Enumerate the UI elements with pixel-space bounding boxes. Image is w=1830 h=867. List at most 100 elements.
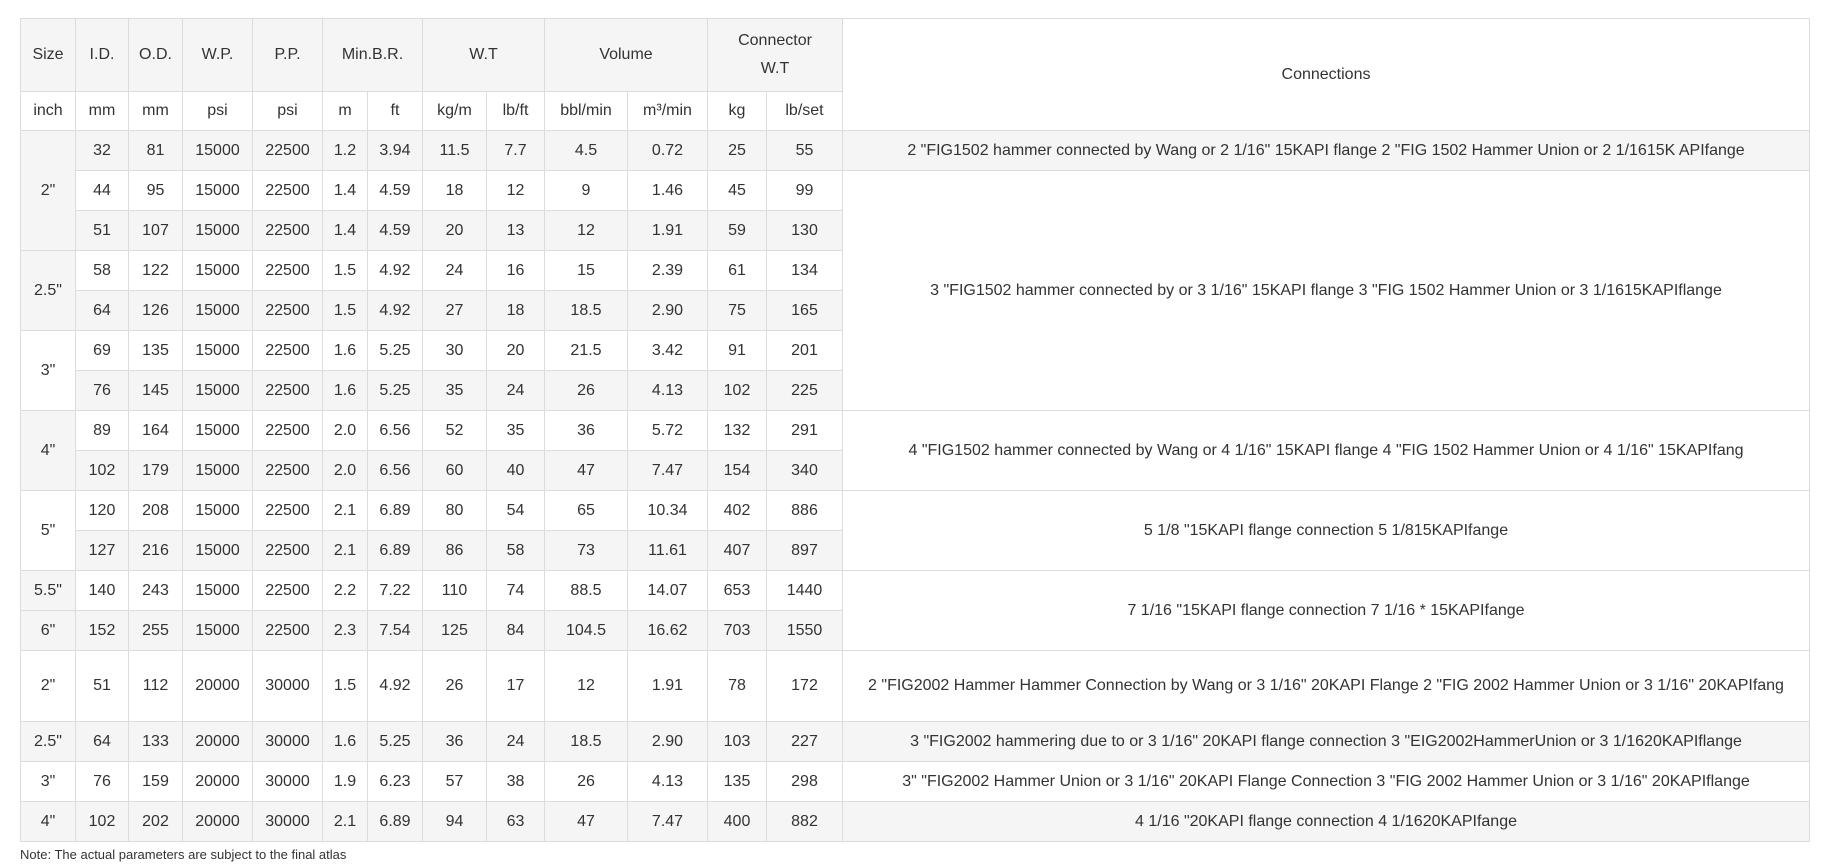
cell: 6.56 — [367, 450, 423, 491]
cell: 20000 — [182, 650, 253, 722]
unit-cell: kg/m — [422, 91, 487, 131]
cell: 76 — [75, 370, 129, 411]
cell: 291 — [765, 410, 844, 451]
cell: 152 — [75, 610, 129, 651]
cell: 22500 — [252, 370, 323, 411]
cell: 22500 — [252, 410, 323, 451]
cell: 0.72 — [627, 130, 708, 171]
cell: 201 — [765, 330, 844, 371]
hose-spec-table: Size I.D. O.D. W.P. P.P. Min.B.R. W.T Vo… — [20, 18, 1810, 842]
header-id: I.D. — [75, 18, 129, 92]
cell: 1.4 — [322, 210, 368, 251]
cell: 47 — [544, 801, 628, 842]
cell: 44 — [75, 170, 129, 211]
cell: 12 — [486, 170, 545, 211]
header-wt: W.T — [422, 18, 545, 92]
cell: 20000 — [182, 721, 253, 762]
cell: 59 — [707, 210, 767, 251]
cell: 22500 — [252, 490, 323, 531]
cell: 21.5 — [544, 330, 628, 371]
cell: 58 — [75, 250, 129, 291]
cell: 1.9 — [322, 761, 368, 802]
cell: 65 — [544, 490, 628, 531]
cell: 2.90 — [627, 721, 708, 762]
cell: 57 — [422, 761, 487, 802]
cell: 63 — [486, 801, 545, 842]
cell: 18.5 — [544, 290, 628, 331]
unit-cell: m³/min — [627, 91, 708, 131]
cell: 15000 — [182, 130, 253, 171]
cell: 26 — [544, 370, 628, 411]
cell: 4.59 — [367, 210, 423, 251]
cell: 2.2 — [322, 570, 368, 611]
cell: 55 — [765, 130, 844, 171]
cell: 1.6 — [322, 330, 368, 371]
cell: 165 — [765, 290, 844, 331]
cell: 76 — [75, 761, 129, 802]
table-row: 4" 102 202 20000 30000 2.1 6.89 94 63 47… — [20, 801, 1810, 842]
cell: 1.6 — [322, 721, 368, 762]
connections-cell: 3" "FIG2002 Hammer Union or 3 1/16" 20KA… — [842, 761, 1810, 802]
cell: 15 — [544, 250, 628, 291]
connections-cell: 3 "FIG1502 hammer connected by or 3 1/16… — [842, 170, 1810, 411]
cell: 51 — [75, 210, 129, 251]
cell: 18 — [486, 290, 545, 331]
cell: 1.4 — [322, 170, 368, 211]
size-cell: 2" — [20, 650, 76, 722]
cell: 36 — [544, 410, 628, 451]
unit-cell: inch — [20, 91, 76, 131]
cell: 94 — [422, 801, 487, 842]
cell: 107 — [128, 210, 183, 251]
cell: 400 — [707, 801, 767, 842]
size-cell: 5.5" — [20, 570, 76, 611]
cell: 4.5 — [544, 130, 628, 171]
cell: 4.13 — [627, 370, 708, 411]
connections-cell: 2 "FIG1502 hammer connected by Wang or 2… — [842, 130, 1810, 171]
table-row: 2" 32 81 15000 22500 1.2 3.94 11.5 7.7 4… — [20, 130, 1810, 251]
cell: 7.47 — [627, 801, 708, 842]
cell: 6.89 — [367, 490, 423, 531]
cell: 15000 — [182, 210, 253, 251]
cell: 3.94 — [367, 130, 423, 171]
cell: 1.5 — [322, 250, 368, 291]
cell: 88.5 — [544, 570, 628, 611]
unit-cell: kg — [707, 91, 767, 131]
cell: 60 — [422, 450, 487, 491]
cell: 15000 — [182, 570, 253, 611]
cell: 18 — [422, 170, 487, 211]
cell: 140 — [75, 570, 129, 611]
cell: 15000 — [182, 530, 253, 571]
cell: 51 — [75, 650, 129, 722]
cell: 13 — [486, 210, 545, 251]
cell: 103 — [707, 721, 767, 762]
cell: 135 — [128, 330, 183, 371]
size-cell: 3" — [20, 761, 76, 802]
cell: 22500 — [252, 450, 323, 491]
cell: 74 — [486, 570, 545, 611]
header-pp: P.P. — [252, 18, 323, 92]
cell: 30 — [422, 330, 487, 371]
cell: 133 — [128, 721, 183, 762]
size-cell: 3" — [20, 330, 76, 411]
table-row: 3" 76 159 20000 30000 1.9 6.23 57 38 26 … — [20, 761, 1810, 802]
footnote: Note: The actual parameters are subject … — [20, 847, 347, 862]
cell: 86 — [422, 530, 487, 571]
table-row: 4" 89 164 15000 22500 2.0 6.56 52 35 36 … — [20, 410, 1810, 491]
cell: 16 — [486, 250, 545, 291]
cell: 130 — [765, 210, 844, 251]
cell: 164 — [128, 410, 183, 451]
connections-cell: 4 1/16 "20KAPI flange connection 4 1/162… — [842, 801, 1810, 842]
cell: 38 — [486, 761, 545, 802]
cell: 135 — [707, 761, 767, 802]
connections-cell: 4 "FIG1502 hammer connected by Wang or 4… — [842, 410, 1810, 491]
cell: 26 — [422, 650, 487, 722]
cell: 22500 — [252, 610, 323, 651]
cell: 78 — [707, 650, 767, 722]
cell: 6.89 — [367, 530, 423, 571]
cell: 64 — [75, 721, 129, 762]
cell: 45 — [707, 170, 767, 211]
unit-cell: m — [322, 91, 368, 131]
cell: 91 — [707, 330, 767, 371]
cell: 653 — [707, 570, 767, 611]
size-cell: 6" — [20, 610, 76, 651]
